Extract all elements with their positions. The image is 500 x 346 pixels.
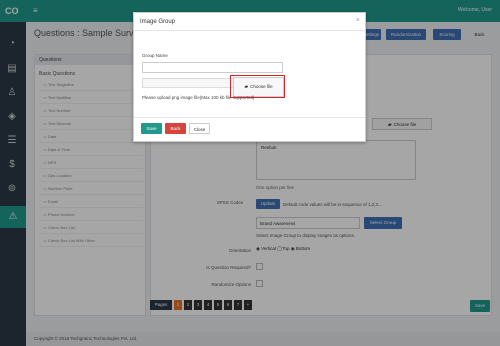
highlight-box	[230, 75, 285, 98]
modal-footer-divider	[134, 117, 365, 118]
group-name-input[interactable]	[142, 62, 283, 73]
file-display	[142, 78, 234, 88]
group-name-label: Group Name	[142, 53, 168, 58]
close-icon[interactable]: ×	[356, 17, 360, 24]
divider	[134, 30, 365, 31]
modal-save-button[interactable]: Save	[141, 123, 162, 134]
modal-back-button[interactable]: Back	[165, 123, 186, 134]
modal-title: Image Group	[140, 19, 176, 25]
modal-close-button[interactable]: Close	[189, 123, 210, 134]
